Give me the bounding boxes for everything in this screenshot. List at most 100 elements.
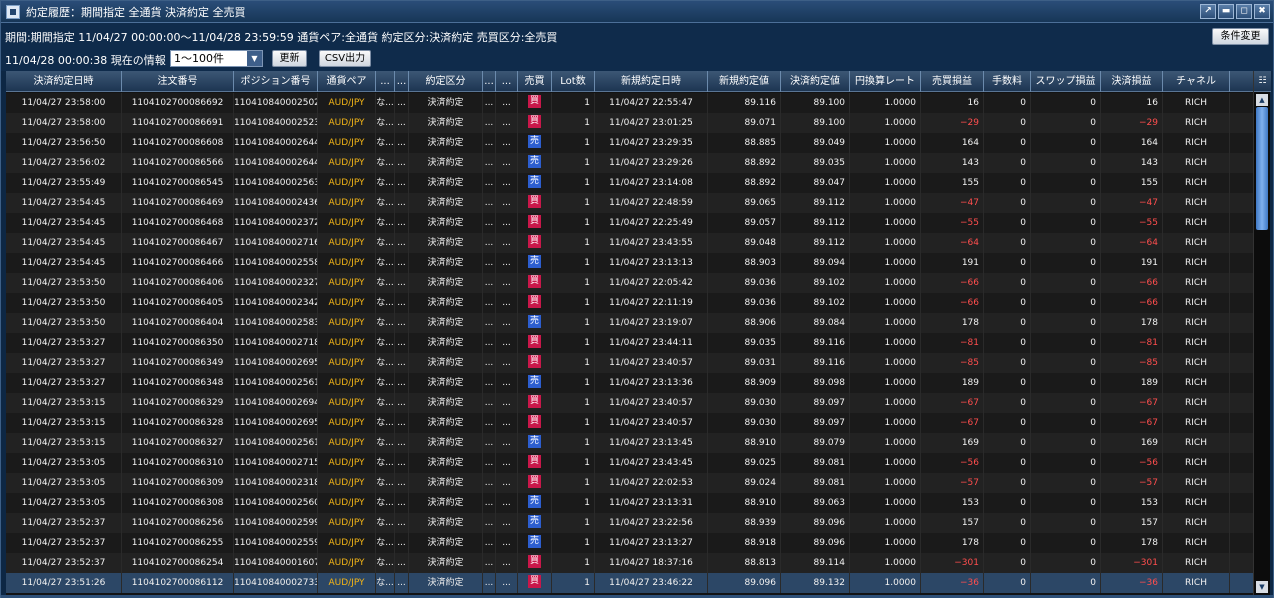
scrollbar-thumb[interactable] bbox=[1256, 107, 1268, 230]
cell-col-a: な... bbox=[376, 113, 395, 133]
cell-jpy-rate: 1.0000 bbox=[850, 273, 921, 293]
table-row[interactable]: 11/04/27 23:53:15 1104102700086327 1104108… bbox=[6, 433, 1253, 453]
cell-col-d: ... bbox=[496, 353, 518, 373]
cell-col-d: ... bbox=[496, 153, 518, 173]
table-row[interactable]: 11/04/27 23:53:05 1104102700086309 1104108… bbox=[6, 473, 1253, 493]
column-header-channel[interactable]: チャネル bbox=[1163, 71, 1230, 92]
cell-settle-datetime: 11/04/27 23:51:26 bbox=[6, 573, 122, 593]
cell-trade-pl: −66 bbox=[921, 273, 984, 293]
table-row[interactable]: 11/04/27 23:55:49 1104102700086545 1104108… bbox=[6, 173, 1253, 193]
scroll-up-arrow-icon[interactable]: ▲ bbox=[1256, 94, 1268, 106]
cell-jpy-rate: 1.0000 bbox=[850, 513, 921, 533]
cell-lot-count: 1 bbox=[552, 413, 595, 433]
table-row[interactable]: 11/04/27 23:52:37 1104102700086254 1104108… bbox=[6, 553, 1253, 573]
cell-col-c: ... bbox=[483, 553, 496, 573]
cell-order-number: 1104102700086254 bbox=[122, 553, 234, 573]
cell-settle-price: 89.132 bbox=[781, 573, 850, 593]
cell-col-c: ... bbox=[483, 393, 496, 413]
cell-trade-type: 決済約定 bbox=[409, 173, 483, 193]
column-header-col-d[interactable]: ... bbox=[496, 71, 518, 92]
column-header-side[interactable]: 売買 bbox=[518, 71, 552, 92]
cell-col-d: ... bbox=[496, 573, 518, 593]
close-button[interactable]: ✖ bbox=[1254, 4, 1270, 19]
change-conditions-button[interactable]: 条件変更 bbox=[1212, 28, 1269, 45]
column-header-trade-pl[interactable]: 売買損益 bbox=[921, 71, 984, 92]
cell-col-b: ... bbox=[395, 93, 409, 113]
table-row[interactable]: 11/04/27 23:53:05 1104102700086308 1104108… bbox=[6, 493, 1253, 513]
column-header-open-price[interactable]: 新規約定値 bbox=[708, 71, 781, 92]
cell-col-c: ... bbox=[483, 453, 496, 473]
cell-settle-price: 89.114 bbox=[781, 553, 850, 573]
side-badge-cell: 売 bbox=[518, 533, 552, 553]
table-row[interactable]: 11/04/27 23:53:50 1104102700086406 1104108… bbox=[6, 273, 1253, 293]
column-header-jpy-rate[interactable]: 円換算レート bbox=[850, 71, 921, 92]
column-header-trade-type[interactable]: 約定区分 bbox=[409, 71, 483, 92]
cell-settle-datetime: 11/04/27 23:53:27 bbox=[6, 373, 122, 393]
table-row[interactable]: 11/04/27 23:53:50 1104102700086405 1104108… bbox=[6, 293, 1253, 313]
cell-commission: 0 bbox=[984, 313, 1031, 333]
table-row[interactable]: 11/04/27 23:52:37 1104102700086255 1104108… bbox=[6, 533, 1253, 553]
table-row[interactable]: 11/04/27 23:54:45 1104102700086469 1104108… bbox=[6, 193, 1253, 213]
column-header-col-a[interactable]: ... bbox=[376, 71, 395, 92]
cell-commission: 0 bbox=[984, 133, 1031, 153]
cell-jpy-rate: 1.0000 bbox=[850, 393, 921, 413]
cell-settle-datetime: 11/04/27 23:54:45 bbox=[6, 233, 122, 253]
csv-export-button[interactable]: CSV出力 bbox=[319, 50, 371, 67]
table-row[interactable]: 11/04/27 23:53:15 1104102700086328 1104108… bbox=[6, 413, 1253, 433]
table-row[interactable]: 11/04/27 23:53:05 1104102700086310 1104108… bbox=[6, 453, 1253, 473]
column-header-settle-datetime[interactable]: 決済約定日時 bbox=[6, 71, 122, 92]
side-badge: 買 bbox=[528, 95, 541, 108]
cell-settle-pl: −67 bbox=[1101, 393, 1163, 413]
column-header-col-b[interactable]: ... bbox=[395, 71, 409, 92]
cell-order-number: 1104102700086405 bbox=[122, 293, 234, 313]
cell-lot-count: 1 bbox=[552, 333, 595, 353]
table-row[interactable]: 11/04/27 23:54:45 1104102700086466 1104108… bbox=[6, 253, 1253, 273]
scroll-down-arrow-icon[interactable]: ▼ bbox=[1256, 581, 1268, 593]
column-header-commission[interactable]: 手数料 bbox=[984, 71, 1031, 92]
side-badge: 買 bbox=[528, 295, 541, 308]
table-row[interactable]: 11/04/27 23:53:27 1104102700086348 1104108… bbox=[6, 373, 1253, 393]
cell-channel: RICH bbox=[1163, 253, 1230, 273]
column-header-col-c[interactable]: ... bbox=[483, 71, 496, 92]
cell-open-price: 89.025 bbox=[708, 453, 781, 473]
range-select[interactable]: 1〜100件 ▼ bbox=[170, 50, 263, 67]
column-chooser-icon[interactable]: ☷ bbox=[1254, 71, 1271, 92]
table-row[interactable]: 11/04/27 23:53:15 1104102700086329 1104108… bbox=[6, 393, 1253, 413]
table-row[interactable]: 11/04/27 23:58:00 1104102700086691 1104108… bbox=[6, 113, 1253, 133]
cell-commission: 0 bbox=[984, 413, 1031, 433]
update-button[interactable]: 更新 bbox=[272, 50, 307, 67]
cell-swap-pl: 0 bbox=[1031, 173, 1101, 193]
cell-settle-datetime: 11/04/27 23:53:15 bbox=[6, 393, 122, 413]
cell-lot-count: 1 bbox=[552, 573, 595, 593]
cell-settle-datetime: 11/04/27 23:53:27 bbox=[6, 333, 122, 353]
chevron-down-icon[interactable]: ▼ bbox=[247, 51, 262, 66]
column-header-order-number[interactable]: 注文番号 bbox=[122, 71, 234, 92]
column-header-position-number[interactable]: ポジション番号 bbox=[234, 71, 318, 92]
table-row[interactable]: 11/04/27 23:56:50 1104102700086608 1104108… bbox=[6, 133, 1253, 153]
column-header-settle-price[interactable]: 決済約定値 bbox=[781, 71, 850, 92]
table-row[interactable]: 11/04/27 23:58:00 110410270008669​2 110410… bbox=[6, 93, 1253, 113]
column-header-open-datetime[interactable]: 新規約定日時 bbox=[595, 71, 708, 92]
table-row[interactable]: 11/04/27 23:54:45 1104102700086468 1104108… bbox=[6, 213, 1253, 233]
table-row[interactable]: 11/04/27 23:52:37 1104102700086256 1104108… bbox=[6, 513, 1253, 533]
table-row[interactable]: 11/04/27 23:53:27 1104102700086350 1104108… bbox=[6, 333, 1253, 353]
column-header-currency-pair[interactable]: 通貨ペア bbox=[318, 71, 376, 92]
cell-commission: 0 bbox=[984, 573, 1031, 593]
table-row[interactable]: 11/04/27 23:53:27 1104102700086349 1104108… bbox=[6, 353, 1253, 373]
cell-col-d: ... bbox=[496, 273, 518, 293]
vertical-scrollbar[interactable]: ☷ ▲ ▼ bbox=[1253, 71, 1271, 595]
minimize-button[interactable]: ▬ bbox=[1218, 4, 1234, 19]
table-row[interactable]: 11/04/27 23:53:50 1104102700086404 1104108… bbox=[6, 313, 1253, 333]
column-header-lot-count[interactable]: Lot数 bbox=[552, 71, 595, 92]
column-header-swap-pl[interactable]: スワップ損益 bbox=[1031, 71, 1101, 92]
cell-open-price: 89.036 bbox=[708, 273, 781, 293]
table-row[interactable]: 11/04/27 23:56:02 1104102700086566 1104108… bbox=[6, 153, 1253, 173]
cell-col-c: ... bbox=[483, 353, 496, 373]
cell-settle-price: 89.084 bbox=[781, 313, 850, 333]
maximize-button[interactable]: ◻ bbox=[1236, 4, 1252, 19]
table-row[interactable]: 11/04/27 23:51:26 1104102700086112 1104108… bbox=[6, 573, 1253, 593]
column-header-settle-pl[interactable]: 決済損益 bbox=[1101, 71, 1163, 92]
popout-button[interactable]: ↗ bbox=[1200, 4, 1216, 19]
side-badge: 買 bbox=[528, 335, 541, 348]
table-row[interactable]: 11/04/27 23:54:45 1104102700086467 1104108… bbox=[6, 233, 1253, 253]
